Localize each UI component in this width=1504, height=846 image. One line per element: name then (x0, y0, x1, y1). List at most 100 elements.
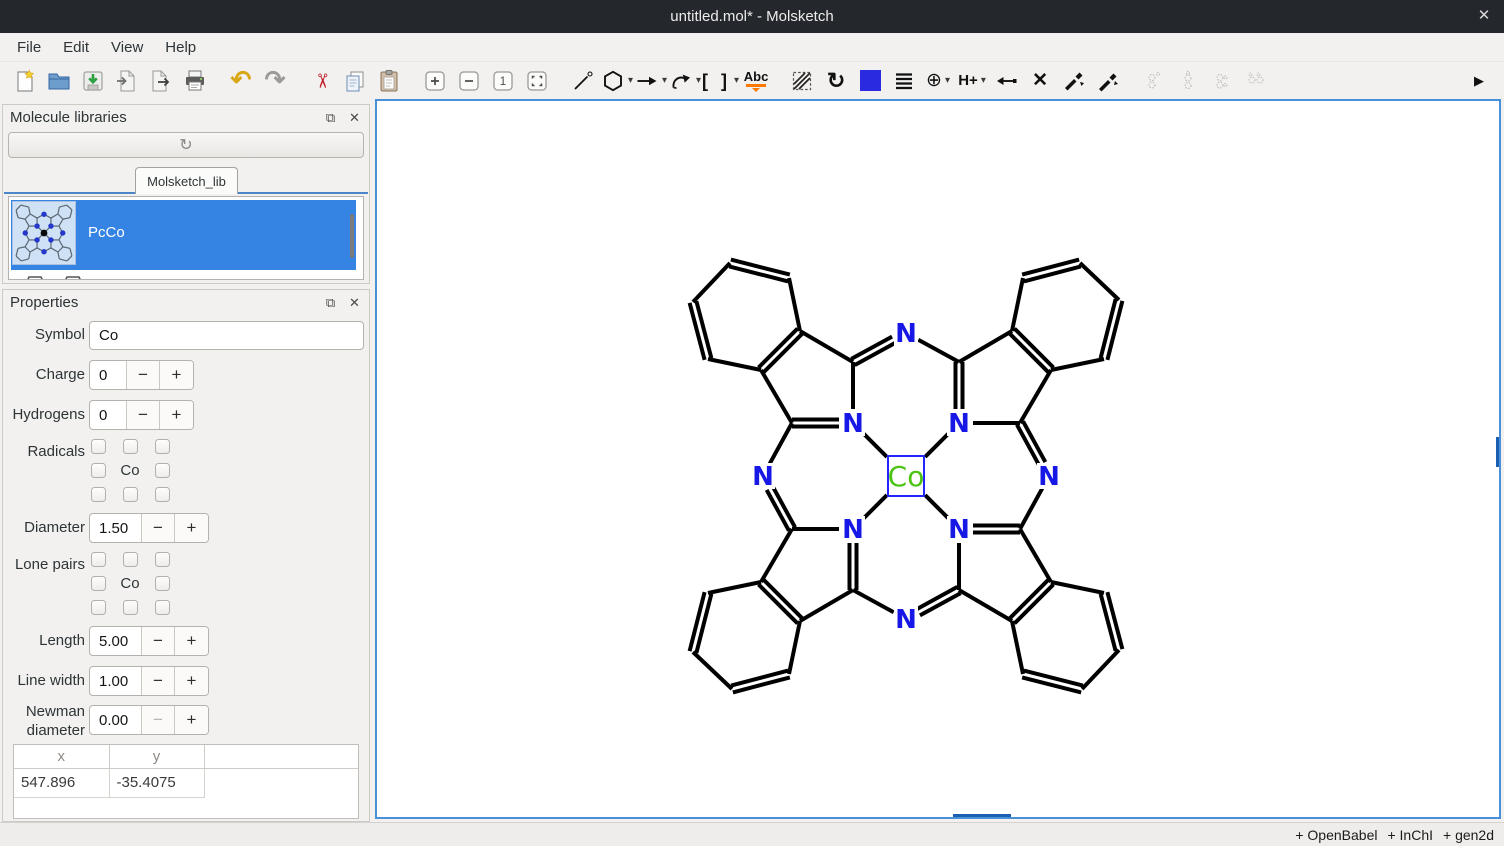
radical-checkbox[interactable] (91, 463, 106, 478)
connect-button[interactable] (989, 65, 1023, 97)
menu-view[interactable]: View (100, 36, 154, 59)
charge-increment-button[interactable]: + (160, 361, 193, 389)
reaction-arrow-button[interactable]: ▾ (634, 65, 668, 97)
print-button[interactable] (178, 65, 212, 97)
radical-checkbox[interactable] (155, 487, 170, 502)
open-button[interactable] (42, 65, 76, 97)
lone-pair-checkbox[interactable] (91, 576, 106, 591)
lone-pair-checkbox[interactable] (155, 576, 170, 591)
hydrogens-decrement-button[interactable]: − (127, 401, 160, 429)
nitrogen-atom[interactable]: N (842, 409, 864, 439)
panel-close-icon[interactable]: ✕ (347, 295, 362, 310)
length-value[interactable]: 5.00 (90, 627, 142, 655)
brackets-button[interactable]: [ ]▾ (702, 65, 739, 97)
mechanism-arrow-button[interactable]: ▾ (668, 65, 702, 97)
radical-checkbox[interactable] (91, 439, 106, 454)
new-document-button[interactable] (8, 65, 42, 97)
paste-button[interactable] (372, 65, 406, 97)
vertical-scrollbar-thumb[interactable] (1496, 437, 1499, 467)
flip-vertical-button[interactable] (1091, 65, 1125, 97)
coords-cell-empty[interactable] (204, 768, 358, 797)
export-button[interactable] (144, 65, 178, 97)
ring-button[interactable]: ▾ (600, 65, 634, 97)
nitrogen-atom[interactable]: N (752, 462, 774, 492)
lone-pair-checkbox[interactable] (123, 600, 138, 615)
nitrogen-atom[interactable]: N (948, 409, 970, 439)
horizontal-scrollbar-thumb[interactable] (953, 814, 1011, 817)
cut-button[interactable]: ✂ (304, 65, 338, 97)
radical-checkbox[interactable] (123, 487, 138, 502)
hydrogens-value[interactable]: 0 (90, 401, 127, 429)
hydrogens-increment-button[interactable]: + (160, 401, 193, 429)
newman-diameter-value[interactable]: 0.00 (90, 706, 142, 734)
newman-diameter-increment-button[interactable]: + (175, 706, 208, 734)
toolbar-expand-button[interactable]: ▶ (1462, 65, 1496, 97)
lone-pair-checkbox[interactable] (91, 552, 106, 567)
zoom-out-button[interactable] (452, 65, 486, 97)
library-item-partial[interactable] (11, 272, 356, 280)
dropdown-arrow-icon[interactable]: ▾ (696, 75, 701, 86)
dropdown-arrow-icon[interactable]: ▾ (628, 75, 633, 86)
coords-cell[interactable]: -35.4075 (109, 768, 204, 797)
cobalt-atom[interactable]: Co (888, 460, 925, 493)
symbol-input[interactable]: Co (89, 321, 364, 350)
save-as-button[interactable] (110, 65, 144, 97)
nitrogen-atom[interactable]: N (842, 515, 864, 545)
lasso-selection-button[interactable] (785, 65, 819, 97)
library-scrollbar-thumb[interactable] (350, 214, 354, 258)
zoom-in-button[interactable] (418, 65, 452, 97)
tab-molsketch-lib[interactable]: Molsketch_lib (135, 167, 238, 194)
lone-pair-checkbox[interactable] (91, 600, 106, 615)
menu-help[interactable]: Help (154, 36, 207, 59)
newman-diameter-decrement-button[interactable]: − (142, 706, 175, 734)
diameter-decrement-button[interactable]: − (142, 514, 175, 542)
line-width-button[interactable] (887, 65, 921, 97)
length-increment-button[interactable]: + (175, 627, 208, 655)
line-width-increment-button[interactable]: + (175, 667, 208, 695)
diameter-increment-button[interactable]: + (175, 514, 208, 542)
delete-button[interactable]: ✕ (1023, 65, 1057, 97)
line-width-value[interactable]: 1.00 (90, 667, 142, 695)
zoom-original-button[interactable]: 1 (486, 65, 520, 97)
insert-text-button[interactable]: Abc (739, 65, 773, 97)
drawing-canvas[interactable]: N N N N N N N N Co (375, 99, 1501, 819)
radical-checkbox[interactable] (155, 463, 170, 478)
diameter-value[interactable]: 1.50 (90, 514, 142, 542)
charge-decrement-button[interactable]: − (127, 361, 160, 389)
flip-horizontal-button[interactable] (1057, 65, 1091, 97)
panel-float-icon[interactable]: ⧉ (323, 295, 338, 310)
molecule-drawing[interactable]: N N N N N N N N Co (377, 101, 1499, 817)
draw-line-button[interactable] (566, 65, 600, 97)
color-picker-button[interactable] (853, 65, 887, 97)
nitrogen-atom[interactable]: N (895, 319, 917, 349)
lone-pair-checkbox[interactable] (155, 552, 170, 567)
coordinates-table[interactable]: xy547.896-35.4075 (13, 744, 359, 819)
radical-checkbox[interactable] (91, 487, 106, 502)
zoom-fit-button[interactable] (520, 65, 554, 97)
dropdown-arrow-icon[interactable]: ▾ (981, 75, 986, 86)
library-refresh-button[interactable]: ↻ (8, 132, 364, 158)
copy-button[interactable] (338, 65, 372, 97)
nitrogen-atom[interactable]: N (895, 605, 917, 635)
save-button[interactable] (76, 65, 110, 97)
hydrogens-button[interactable]: H+▾ (955, 65, 989, 97)
nitrogen-atom[interactable]: N (1038, 462, 1060, 492)
library-item-pcco[interactable]: PcCo (11, 200, 356, 270)
redo-button[interactable]: ↷ (258, 65, 292, 97)
menu-edit[interactable]: Edit (52, 36, 100, 59)
length-decrement-button[interactable]: − (142, 627, 175, 655)
panel-float-icon[interactable]: ⧉ (323, 110, 338, 125)
charge-button[interactable]: ⊕▾ (921, 65, 955, 97)
panel-close-icon[interactable]: ✕ (347, 110, 362, 125)
charge-value[interactable]: 0 (90, 361, 127, 389)
radical-checkbox[interactable] (123, 439, 138, 454)
rotate-button[interactable]: ↻ (819, 65, 853, 97)
undo-button[interactable]: ↶ (224, 65, 258, 97)
dropdown-arrow-icon[interactable]: ▾ (662, 75, 667, 86)
lone-pair-checkbox[interactable] (123, 552, 138, 567)
line-width-decrement-button[interactable]: − (142, 667, 175, 695)
lone-pair-checkbox[interactable] (155, 600, 170, 615)
dropdown-arrow-icon[interactable]: ▾ (945, 75, 950, 86)
radical-checkbox[interactable] (155, 439, 170, 454)
nitrogen-atom[interactable]: N (948, 515, 970, 545)
